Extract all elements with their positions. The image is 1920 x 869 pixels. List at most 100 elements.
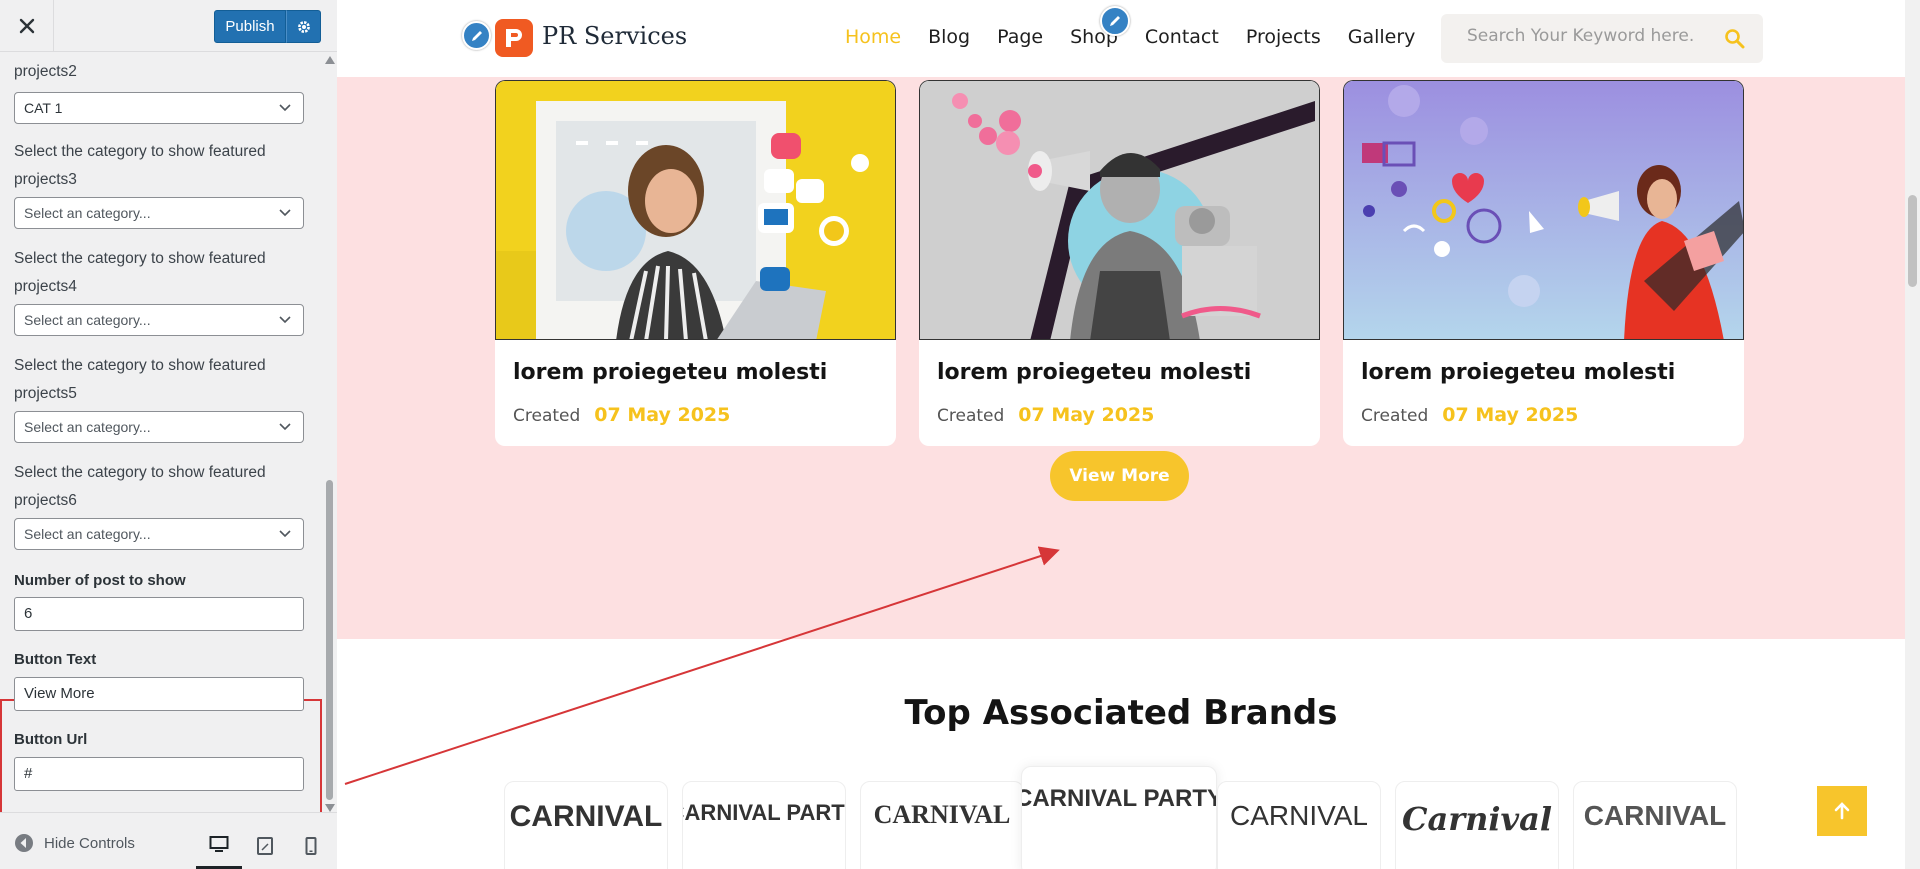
category-select-projects5[interactable]: Select an category... — [14, 411, 304, 443]
category-select-projects6[interactable]: Select an category... — [14, 518, 304, 550]
collapse-arrow-icon — [15, 834, 33, 852]
view-more-button[interactable]: View More — [1050, 451, 1189, 501]
mobile-icon — [305, 836, 317, 855]
project-card[interactable]: lorem proiegeteu molesti Created 07 May 2… — [495, 80, 896, 446]
main-nav: Home Blog Page Shop Contact Projects Gal… — [845, 26, 1442, 48]
button-text-label: Button Text — [14, 651, 97, 668]
button-url-input[interactable]: # — [14, 757, 304, 791]
pencil-icon — [471, 30, 482, 41]
nav-page[interactable]: Page — [997, 26, 1043, 48]
select-value: Select an category... — [24, 205, 151, 221]
select-value: Select an category... — [24, 526, 151, 542]
button-text-input[interactable]: View More — [14, 677, 304, 711]
gear-icon — [297, 20, 310, 33]
publish-settings-button[interactable] — [286, 10, 321, 43]
preview-mobile-button[interactable] — [288, 821, 334, 869]
brand-logo: CARNIVAL — [1583, 800, 1727, 831]
publish-group: Publish — [214, 10, 321, 43]
brand-logo: CARNIVAL PARTY — [683, 800, 845, 825]
close-customizer-button[interactable] — [0, 0, 54, 52]
publish-button[interactable]: Publish — [214, 10, 286, 43]
brand-logo-card[interactable]: CARNIVAL — [860, 781, 1024, 869]
field-label-projects6: Select the category to show featured pro… — [14, 464, 266, 509]
nav-projects[interactable]: Projects — [1246, 26, 1321, 48]
scroll-down-arrow-icon[interactable] — [325, 804, 335, 812]
post-count-label: Number of post to show — [14, 572, 186, 589]
pencil-icon — [1110, 16, 1120, 26]
highlight-annotation-box — [0, 699, 322, 812]
edit-shortcut-logo[interactable] — [462, 21, 491, 50]
project-date: 07 May 2025 — [594, 404, 731, 426]
hide-controls-button[interactable]: Hide Controls — [14, 833, 135, 853]
preview-tablet-button[interactable] — [242, 821, 288, 869]
project-image[interactable] — [495, 80, 896, 340]
panel-scrollbar[interactable] — [322, 52, 337, 812]
project-meta: Created 07 May 2025 — [937, 404, 1154, 426]
scroll-up-arrow-icon[interactable] — [325, 56, 335, 64]
chevron-down-icon — [279, 530, 291, 538]
select-value: Select an category... — [24, 312, 151, 328]
hide-controls-label: Hide Controls — [44, 834, 135, 852]
back-to-top-button[interactable] — [1817, 786, 1867, 836]
project-title[interactable]: lorem proiegeteu molesti — [937, 360, 1251, 385]
field-label-projects3: Select the category to show featured pro… — [14, 143, 266, 188]
brand-logo-card[interactable]: CARNIVAL — [1217, 781, 1381, 869]
category-select-projects2[interactable]: CAT 1 — [14, 92, 304, 124]
scrollbar-thumb[interactable] — [1908, 195, 1917, 287]
project-image[interactable] — [919, 80, 1320, 340]
arrow-up-icon — [1834, 802, 1850, 820]
featured-projects-section: lorem proiegeteu molesti Created 07 May 2… — [337, 77, 1905, 639]
project-card[interactable]: lorem proiegeteu molesti Created 07 May 2… — [1343, 80, 1744, 446]
brand-logo-card[interactable]: CARNIVAL PARTY — [1021, 766, 1217, 869]
post-count-input[interactable]: 6 — [14, 597, 304, 631]
project-meta: Created 07 May 2025 — [1361, 404, 1578, 426]
nav-gallery[interactable]: Gallery — [1348, 26, 1416, 48]
search-input[interactable]: Search Your Keyword here. — [1467, 26, 1717, 46]
category-select-projects3[interactable]: Select an category... — [14, 197, 304, 229]
brand-logo-card[interactable]: Carnival — [1395, 781, 1559, 869]
preview-scrollbar[interactable] — [1905, 0, 1920, 869]
site-header: PR Services Home Blog Page Shop Contact … — [337, 0, 1905, 77]
nav-contact[interactable]: Contact — [1145, 26, 1219, 48]
close-icon — [19, 18, 34, 34]
chevron-down-icon — [279, 423, 291, 431]
brand-logo-card[interactable]: CARNIVAL PARTY — [682, 781, 846, 869]
nav-home[interactable]: Home — [845, 26, 901, 48]
customizer-panel: projects2 CAT 1 Select the category to s… — [0, 52, 322, 812]
field-label-projects2: projects2 — [14, 63, 77, 80]
created-label: Created — [1361, 406, 1429, 426]
project-date: 07 May 2025 — [1442, 404, 1579, 426]
brand-logo-card[interactable]: CARNIVAL — [504, 781, 668, 869]
customizer-footer: Hide Controls — [0, 812, 337, 869]
created-label: Created — [513, 406, 581, 426]
site-preview: PR Services Home Blog Page Shop Contact … — [337, 0, 1920, 869]
project-date: 07 May 2025 — [1018, 404, 1155, 426]
chevron-down-icon — [279, 104, 291, 112]
brand-logo: Carnival — [1402, 800, 1552, 838]
field-label-projects5: Select the category to show featured pro… — [14, 357, 266, 402]
brands-section-title: Top Associated Brands — [904, 693, 1338, 733]
site-logo-mark[interactable] — [495, 19, 533, 57]
edit-shortcut-menu[interactable] — [1100, 6, 1130, 36]
search-box[interactable]: Search Your Keyword here. — [1441, 14, 1763, 63]
chevron-down-icon — [279, 316, 291, 324]
project-card[interactable]: lorem proiegeteu molesti Created 07 May 2… — [919, 80, 1320, 446]
brand-logo: CARNIVAL — [1230, 800, 1368, 831]
desktop-icon — [209, 835, 229, 852]
customizer-sidebar: Publish projects2 CAT 1 Select the categ… — [0, 0, 337, 869]
project-title[interactable]: lorem proiegeteu molesti — [513, 360, 827, 385]
project-image[interactable] — [1343, 80, 1744, 340]
chevron-down-icon — [279, 209, 291, 217]
project-title[interactable]: lorem proiegeteu molesti — [1361, 360, 1675, 385]
preview-desktop-button[interactable] — [196, 821, 242, 869]
nav-blog[interactable]: Blog — [928, 26, 970, 48]
scrollbar-thumb[interactable] — [326, 480, 333, 800]
search-icon[interactable] — [1724, 28, 1745, 49]
tablet-icon — [257, 836, 273, 855]
project-meta: Created 07 May 2025 — [513, 404, 730, 426]
button-url-label: Button Url — [14, 731, 88, 748]
brand-logo-card[interactable]: CARNIVAL — [1573, 781, 1737, 869]
site-logo-text[interactable]: PR Services — [542, 22, 687, 50]
brand-logo: CARNIVAL PARTY — [1021, 785, 1217, 812]
category-select-projects4[interactable]: Select an category... — [14, 304, 304, 336]
